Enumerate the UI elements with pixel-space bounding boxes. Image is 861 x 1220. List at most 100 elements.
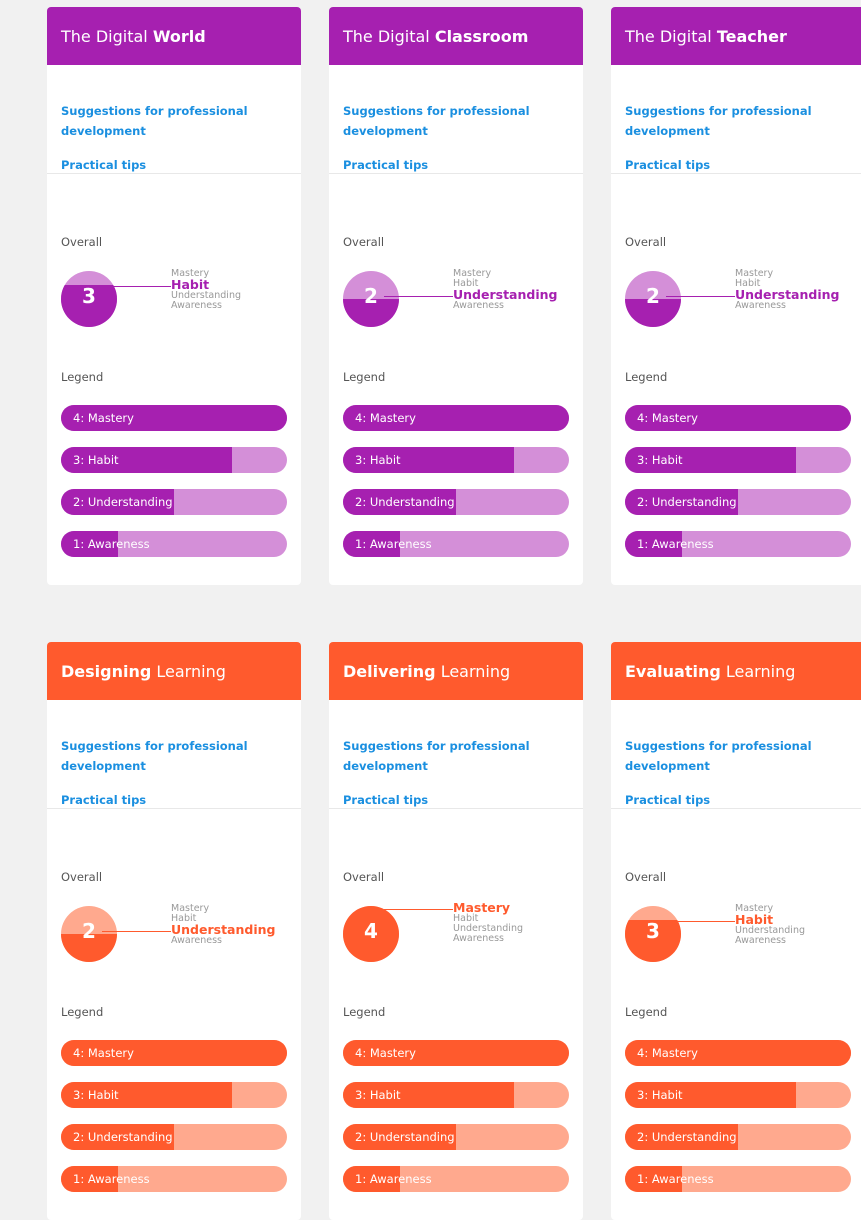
legend-bar[interactable]: 3: Habit [61,1082,287,1108]
level-name: Awareness [735,300,787,311]
legend-label: Legend [61,1005,104,1019]
card-title-part: The Digital [61,26,153,46]
overall-label: Overall [343,870,385,884]
legend-bar[interactable]: 2: Understanding [343,1124,569,1150]
legend-bar-label: 2: Understanding [637,495,737,509]
overall-score-gauge: 3 [61,271,117,327]
suggestions-link[interactable]: Suggestions for professional development [343,736,569,776]
legend-bar-label: 1: Awareness [637,1172,714,1186]
legend-bar[interactable]: 1: Awareness [61,1166,287,1192]
legend-bar[interactable]: 3: Habit [343,447,569,473]
card-title-part: The Digital [625,26,717,46]
legend-bar[interactable]: 2: Understanding [61,1124,287,1150]
legend-bar[interactable]: 1: Awareness [343,1166,569,1192]
card-title-part: Designing [61,661,152,681]
practical-tips-link[interactable]: Practical tips [343,790,569,810]
practical-tips-link[interactable]: Practical tips [625,790,851,810]
legend-bar-label: 2: Understanding [73,1130,173,1144]
legend-label: Legend [625,1005,668,1019]
practical-tips-link[interactable]: Practical tips [61,155,287,175]
card-title-part: Learning [435,661,511,681]
card-title-part: Learning [151,661,226,681]
level-scale: Mastery Habit Understanding Awareness [453,269,557,311]
card-links: Suggestions for professional development… [329,65,583,174]
practical-tips-link[interactable]: Practical tips [61,790,287,810]
suggestions-link[interactable]: Suggestions for professional development [343,101,569,141]
level-name: Awareness [735,935,787,946]
overall-score-value: 3 [646,919,660,943]
legend-bar[interactable]: 3: Habit [625,1082,851,1108]
card-title-part: World [152,26,206,46]
legend-bar-label: 1: Awareness [355,1172,432,1186]
legend-bar-label: 2: Understanding [637,1130,737,1144]
legend-bar-label: 3: Habit [637,1088,683,1102]
legend-label: Legend [61,370,104,384]
suggestions-link[interactable]: Suggestions for professional development [61,736,287,776]
legend-bar-label: 3: Habit [73,453,119,467]
legend-bar[interactable]: 2: Understanding [625,489,851,515]
legend-bar[interactable]: 3: Habit [343,1082,569,1108]
legend-label: Legend [625,370,668,384]
legend-bar[interactable]: 1: Awareness [343,531,569,557]
level-scale: Mastery Habit Understanding Awareness [453,901,523,944]
suggestions-link[interactable]: Suggestions for professional development [61,101,287,141]
card-links: Suggestions for professional development… [329,700,583,809]
overall-label: Overall [61,235,103,249]
overall-label: Overall [343,235,385,249]
legend-bar[interactable]: 3: Habit [61,447,287,473]
legend-bar[interactable]: 4: Mastery [61,1040,287,1066]
level-name: Awareness [171,935,223,946]
legend-bar[interactable]: 4: Mastery [625,405,851,431]
card-title-part: Evaluating [625,661,721,681]
overall-score-gauge: 2 [343,271,399,327]
legend-bar[interactable]: 3: Habit [625,447,851,473]
level-connector [666,296,735,297]
card-title-part: Teacher [716,26,787,46]
legend-bar-label: 2: Understanding [73,495,173,509]
legend-bar[interactable]: 2: Understanding [61,489,287,515]
level-connector [666,921,735,922]
card-header: The Digital Teacher [611,7,861,65]
competence-card: The Digital World Suggestions for profess… [47,7,301,585]
suggestions-link[interactable]: Suggestions for professional development [625,736,851,776]
legend-bar[interactable]: 4: Mastery [625,1040,851,1066]
legend-bar-label: 4: Mastery [73,411,134,425]
legend-bar[interactable]: 1: Awareness [61,531,287,557]
competence-card: Evaluating Learning Suggestions for profe… [611,642,861,1220]
legend-bar[interactable]: 1: Awareness [625,1166,851,1192]
practical-tips-link[interactable]: Practical tips [343,155,569,175]
card-title-part: Delivering [343,661,436,681]
legend-label: Legend [343,370,386,384]
legend-bar-label: 3: Habit [355,1088,401,1102]
overall-score-gauge: 2 [625,271,681,327]
legend-bar-label: 4: Mastery [637,411,698,425]
suggestions-link[interactable]: Suggestions for professional development [625,101,851,141]
card-header: The Digital World [47,7,301,65]
level-connector [102,286,171,287]
legend-bar[interactable]: 1: Awareness [625,531,851,557]
level-scale: Mastery Habit Understanding Awareness [171,269,241,311]
competence-card: Delivering Learning Suggestions for profe… [329,642,583,1220]
level-scale: Mastery Habit Understanding Awareness [735,269,839,311]
legend-bar[interactable]: 4: Mastery [343,405,569,431]
legend-bar[interactable]: 2: Understanding [343,489,569,515]
card-links: Suggestions for professional development… [47,65,301,174]
legend-bar-label: 1: Awareness [637,537,714,551]
card-links: Suggestions for professional development… [47,700,301,809]
overall-label: Overall [625,235,667,249]
card-header: Designing Learning [47,642,301,700]
legend-bar[interactable]: 4: Mastery [61,405,287,431]
practical-tips-link[interactable]: Practical tips [625,155,851,175]
overall-score-value: 3 [82,284,96,308]
card-title-part: Classroom [434,26,529,46]
legend-bar-label: 1: Awareness [355,537,432,551]
card-links: Suggestions for professional development… [611,65,861,174]
legend-bar[interactable]: 2: Understanding [625,1124,851,1150]
overall-score-gauge: 3 [625,906,681,962]
level-connector [384,909,453,910]
legend-bar[interactable]: 4: Mastery [343,1040,569,1066]
level-name: Awareness [171,300,223,311]
legend-bar-label: 3: Habit [355,453,401,467]
level-name: Awareness [453,300,505,311]
card-title-part: The Digital [343,26,435,46]
